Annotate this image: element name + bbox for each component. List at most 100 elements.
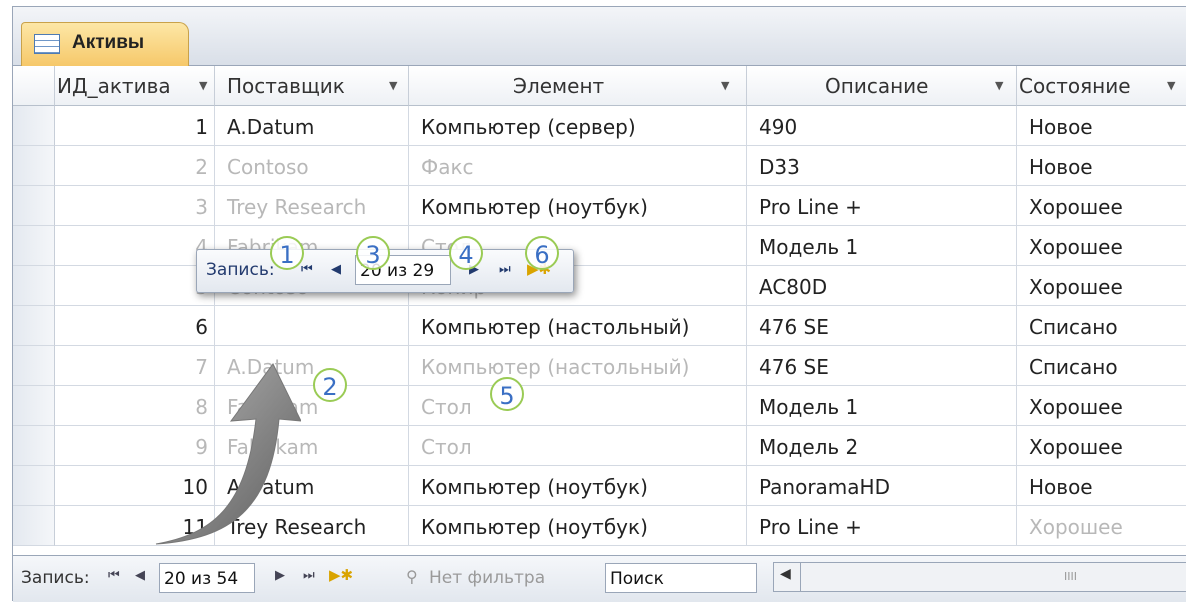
cell-text: Компьютер (настольный) [421,315,690,339]
last-record-icon[interactable]: ⏭ [303,568,315,583]
row-selector[interactable] [13,266,55,306]
cell-state[interactable]: Новое [1017,146,1186,186]
cell-text: Новое [1029,115,1093,139]
record-label: Запись: [206,260,275,280]
cell-desc[interactable]: 490 [747,106,1017,146]
cell-text: Новое [1029,475,1093,499]
scroll-thumb-grip[interactable]: IIII [1064,570,1077,583]
tab-assets[interactable]: Активы [21,22,189,66]
cell-desc[interactable]: AC80D [747,266,1017,306]
column-header-item[interactable]: Элемент ▼ [409,66,747,106]
first-record-icon[interactable]: ⏮ [301,262,313,277]
current-record-value: 20 из 54 [164,569,239,589]
cell-state[interactable]: Хорошее [1017,266,1186,306]
horizontal-scrollbar[interactable]: ◀ IIII [773,562,1186,592]
cell-asset-id[interactable]: 6 [55,306,215,346]
cell-text: Pro Line + [759,515,862,539]
cell-desc[interactable]: D33 [747,146,1017,186]
cell-desc[interactable]: Pro Line + [747,186,1017,226]
row-selector[interactable] [13,186,55,226]
previous-record-icon[interactable]: ◀ [331,262,341,277]
cell-desc[interactable]: Модель 2 [747,426,1017,466]
row-selector[interactable] [13,466,55,506]
cell-text: 2 [195,155,208,179]
cell-vendor[interactable] [215,306,409,346]
cell-state[interactable]: Новое [1017,466,1186,506]
chevron-down-icon[interactable]: ▼ [199,79,207,92]
cell-state[interactable]: Хорошее [1017,386,1186,426]
cell-desc[interactable]: 476 SE [747,306,1017,346]
cell-desc[interactable]: Модель 1 [747,226,1017,266]
cell-item[interactable]: Стол [409,426,747,466]
cell-desc[interactable]: Модель 1 [747,386,1017,426]
cell-state[interactable]: Хорошее [1017,426,1186,466]
row-selector[interactable] [13,506,55,546]
cell-desc[interactable]: 476 SE [747,346,1017,386]
last-record-icon[interactable]: ⏭ [499,262,511,277]
cell-text: Новое [1029,155,1093,179]
first-record-icon[interactable]: ⏮ [108,568,120,583]
cell-text: Списано [1029,355,1118,379]
cell-text: 6 [195,315,208,339]
cell-desc[interactable]: Pro Line + [747,506,1017,546]
current-record-field[interactable]: 20 из 54 [159,563,255,593]
chevron-down-icon[interactable]: ▼ [1167,79,1175,92]
cell-item[interactable]: Компьютер (настольный) [409,306,747,346]
chevron-down-icon[interactable]: ▼ [389,79,397,92]
row-selector[interactable] [13,226,55,266]
cell-text: Модель 1 [759,395,859,419]
cell-vendor[interactable]: Trey Research [215,186,409,226]
cell-text: 3 [195,195,208,219]
cell-item[interactable]: Компьютер (ноутбук) [409,466,747,506]
previous-record-icon[interactable]: ◀ [135,568,145,583]
cell-text: Компьютер (настольный) [421,355,690,379]
cell-state[interactable]: Новое [1017,106,1186,146]
cell-state[interactable]: Хорошее [1017,186,1186,226]
tab-assets-label: Активы [72,32,145,53]
row-selector[interactable] [13,306,55,346]
cell-item[interactable]: Компьютер (сервер) [409,106,747,146]
cell-vendor[interactable]: Contoso [215,146,409,186]
scroll-left-icon[interactable]: ◀ [780,566,791,582]
cell-asset-id[interactable]: 3 [55,186,215,226]
search-input[interactable]: Поиск [605,563,757,593]
cell-state[interactable]: Списано [1017,346,1186,386]
cell-item[interactable]: Компьютер (ноутбук) [409,506,747,546]
filter-status[interactable]: Нет фильтра [429,568,545,588]
scrollbar-divider [800,563,801,591]
cell-item[interactable]: Стол [409,386,747,426]
column-header-asset-id[interactable]: ИД_актива ▼ [55,66,215,106]
cell-vendor[interactable]: A.Datum [215,106,409,146]
column-header-vendor[interactable]: Поставщик ▼ [215,66,409,106]
cell-asset-id[interactable]: 1 [55,106,215,146]
cell-state[interactable]: Хорошее [1017,506,1186,546]
row-selector[interactable] [13,426,55,466]
cell-item[interactable]: Компьютер (ноутбук) [409,186,747,226]
row-selector[interactable] [13,146,55,186]
marker-3: 3 [356,236,390,270]
row-selector[interactable] [13,106,55,146]
cell-text: Хорошее [1029,515,1123,539]
row-selector[interactable] [13,386,55,426]
chevron-down-icon[interactable]: ▼ [721,79,729,92]
row-selector[interactable] [13,346,55,386]
cell-asset-id[interactable]: 2 [55,146,215,186]
cell-text: Хорошее [1029,395,1123,419]
cell-asset-id[interactable]: 4 [55,226,215,266]
cell-text: Компьютер (сервер) [421,115,636,139]
cell-state[interactable]: Хорошее [1017,226,1186,266]
cell-text: Модель 2 [759,435,859,459]
column-header-state[interactable]: Состояние ▼ [1017,66,1186,106]
column-header-description[interactable]: Описание ▼ [747,66,1017,106]
cell-state[interactable]: Списано [1017,306,1186,346]
cell-text: Стол [421,435,472,459]
select-all-corner[interactable] [13,66,55,106]
filter-icon[interactable]: ⚲ [406,567,418,586]
cell-desc[interactable]: PanoramaHD [747,466,1017,506]
next-record-icon[interactable]: ▶ [275,568,285,583]
new-record-icon[interactable]: ▶✱ [329,566,353,584]
cell-asset-id[interactable]: 5 [55,266,215,306]
cell-item[interactable]: Факс [409,146,747,186]
cell-item[interactable]: Компьютер (настольный) [409,346,747,386]
chevron-down-icon[interactable]: ▼ [995,79,1003,92]
